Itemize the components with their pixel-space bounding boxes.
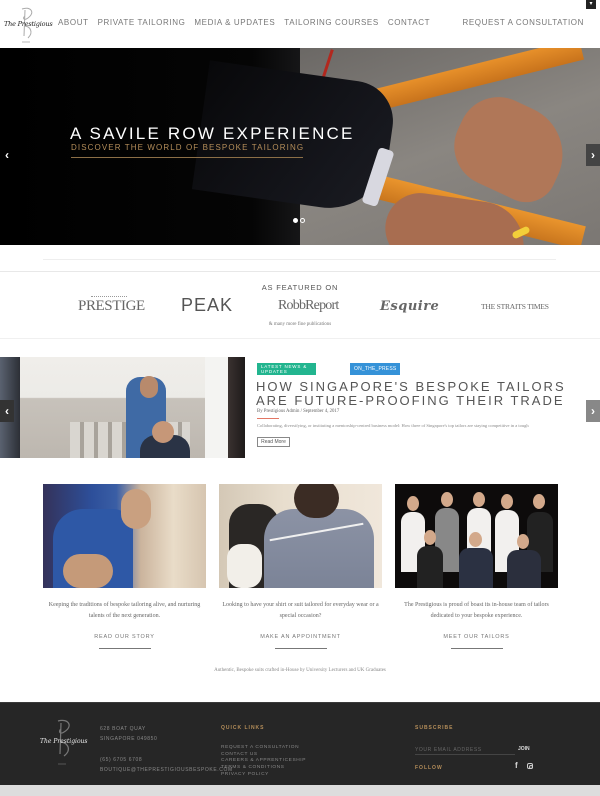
news-excerpt: Collaborating, diversifying, or institut… [257,423,529,428]
card-text: The Prestigious is proud of boast its in… [404,602,549,619]
news-accent-line [257,418,279,419]
slider-dot[interactable] [293,218,298,223]
news-title[interactable]: HOW SINGAPORE'S BESPOKE TAILORS ARE FUTU… [256,380,590,408]
news-meta: By Prestigious Admin / September 4, 2017 [257,409,340,414]
divider [0,271,600,272]
logo-prestige: PRESTIGE [78,298,145,314]
site-logo[interactable]: The Prestigious [4,6,53,46]
slider-dots [293,218,305,223]
logo-text: The Prestigious [4,20,53,28]
card-image-detail [407,496,419,511]
quick-links-heading: QUICK LINKS [221,725,265,731]
hero-prev-arrow-icon[interactable]: ‹ [0,144,14,166]
hero-underline [71,157,303,158]
card-appointment: Looking to have your shirt or suit tailo… [219,484,382,649]
hero-subtitle: DISCOVER THE WORLD OF BESPOKE TAILORING [71,143,305,152]
card-image-detail [63,554,113,588]
hero-title: A SAVILE ROW EXPERIENCE [70,124,355,143]
news-image-detail [152,421,174,443]
featured-more-text: & many more fine publications [268,322,332,327]
news-slider: ‹ › LATEST NEWS & UPDATES ON_THE_PRESS H… [0,357,600,458]
tag-on-the-press[interactable]: ON_THE_PRESS [350,363,400,375]
card-image-detail [469,532,482,547]
card-image-detail [294,484,339,518]
request-consultation-link[interactable]: REQUEST A CONSULTATION [462,18,584,27]
footer-logo-text: The Prestigious [40,738,88,745]
card-link-underline [274,648,327,649]
card-link-underline [450,648,503,649]
subscribe-heading: SUBSCRIBE [415,725,454,731]
card-text: Looking to have your shirt or suit tailo… [222,602,379,619]
footer-email[interactable]: BOUTIQUE@THEPRESTIGIOUSBESPOKE.COM [100,765,233,775]
quick-links: REQUEST A CONSULTATION CONTACT US CAREER… [221,745,306,779]
footer-link-privacy[interactable]: PRIVACY POLICY [221,772,306,779]
follow-heading: FOLLOW [415,765,443,771]
main-nav: ABOUT PRIVATE TAILORING MEDIA & UPDATES … [58,18,430,27]
nav-about[interactable]: ABOUT [58,18,89,27]
slider-dot[interactable] [300,218,305,223]
logo-straits-times: THE STRAITS TIMES [481,302,549,311]
subscribe-email-input[interactable] [415,746,515,755]
logo-robb-report: RobbReport [278,298,339,313]
prestige-tagline [91,296,127,297]
news-image[interactable] [0,357,245,458]
news-image-detail [140,376,158,398]
card-link-underline [98,648,151,649]
nav-tailoring-courses[interactable]: TAILORING COURSES [284,18,379,27]
tagline: Authentic, Bespoke suits crafted in-Hous… [214,668,386,673]
nav-contact[interactable]: CONTACT [388,18,430,27]
site-footer: The Prestigious 628 BOAT QUAY SINGAPORE … [0,702,600,785]
card-text: Keeping the traditions of bespoke tailor… [48,602,201,619]
card-image-detail [517,534,529,549]
card-image-detail [424,530,436,545]
news-image-detail [205,357,228,458]
news-prev-arrow-icon[interactable]: ‹ [0,400,14,422]
card-image-detail [417,546,443,588]
divider [0,338,600,339]
card-image-detail [501,494,513,509]
meet-our-tailors-link[interactable]: MEET OUR TAILORS [395,634,558,640]
footer-link-terms[interactable]: TERMS & CONDITIONS [221,765,306,772]
footer-address: 628 BOAT QUAY SINGAPORE 049850 [100,724,157,744]
address-line: SINGAPORE 049850 [100,736,158,742]
tag-latest-news[interactable]: LATEST NEWS & UPDATES [257,363,316,375]
footer-bottom-bar [0,785,600,796]
card-image-detail [533,494,545,509]
make-appointment-link[interactable]: MAKE AN APPOINTMENT [219,634,382,640]
address-line: 628 BOAT QUAY [100,726,146,732]
card-our-story: Keeping the traditions of bespoke tailor… [43,484,206,649]
card-image-detail [121,489,151,529]
footer-phone[interactable]: (65) 6705 6708 [100,755,233,765]
site-header: The Prestigious ABOUT PRIVATE TAILORING … [0,0,600,48]
footer-logo[interactable]: The Prestigious [40,718,88,768]
logo-peak: PEAK [181,295,234,315]
featured-title: AS FEATURED ON [261,283,339,292]
hero-next-arrow-icon[interactable]: › [586,144,600,166]
read-our-story-link[interactable]: READ OUR STORY [43,634,206,640]
card-image-detail [473,492,485,507]
read-more-button[interactable]: Read More [257,437,290,447]
join-button[interactable]: JOIN [518,746,530,752]
card-image-detail [507,550,541,588]
news-image-detail [228,357,245,458]
nav-media-updates[interactable]: MEDIA & UPDATES [194,18,275,27]
nav-private-tailoring[interactable]: PRIVATE TAILORING [98,18,186,27]
logo-esquire: Esquire [380,299,440,314]
card-image-detail [227,544,262,588]
card-image-detail [459,548,493,588]
footer-contact: (65) 6705 6708 BOUTIQUE@THEPRESTIGIOUSBE… [100,755,233,775]
card-tailors: The Prestigious is proud of boast its in… [395,484,558,649]
card-image [43,484,206,588]
facebook-icon[interactable]: f [515,761,518,770]
divider [43,259,556,260]
card-image [219,484,382,588]
card-image-detail [264,509,374,588]
instagram-icon[interactable] [527,763,533,769]
card-image [395,484,558,588]
footer-link-request-consultation[interactable]: REQUEST A CONSULTATION [221,745,306,752]
dropdown-toggle-icon[interactable]: ▾ [586,0,596,9]
card-image-detail [441,492,453,507]
